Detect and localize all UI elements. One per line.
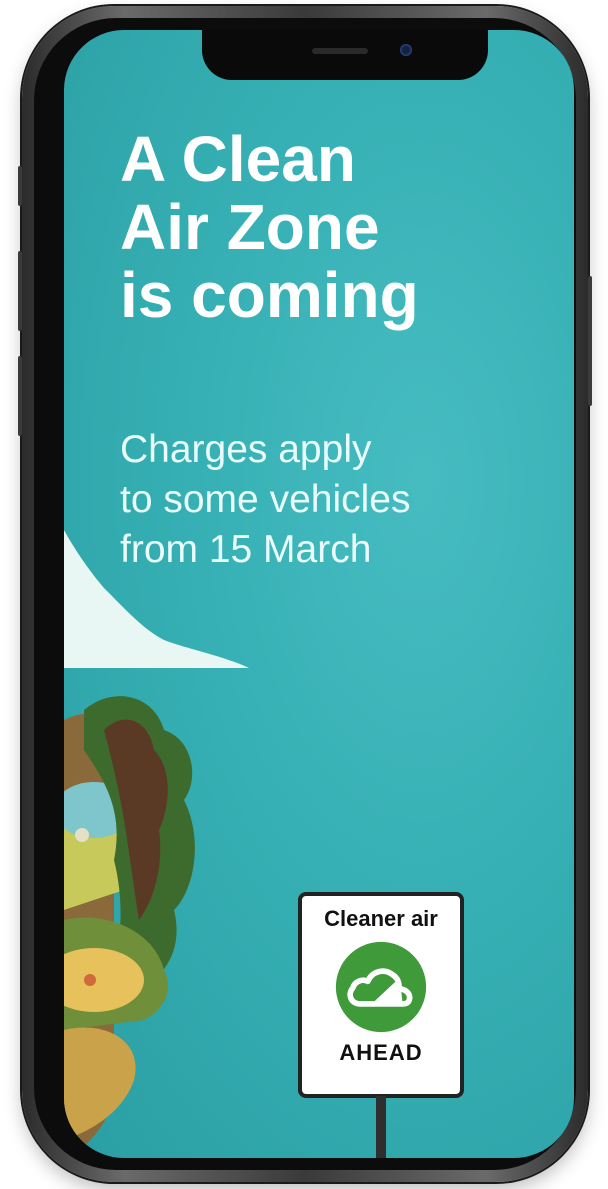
headline: A Clean Air Zone is coming (120, 125, 560, 329)
subtext-line-1: Charges apply (120, 428, 372, 471)
silent-switch (18, 166, 22, 206)
sign-post (376, 1096, 386, 1158)
headline-line-1: A Clean (120, 123, 356, 195)
subtext-line-3: from 15 March (120, 528, 372, 571)
subtext-line-2: to some vehicles (120, 478, 411, 521)
phone-screen: A Clean Air Zone is coming Charges apply… (64, 30, 574, 1158)
sign-top-text: Cleaner air (324, 906, 438, 931)
power-button (588, 276, 592, 406)
sign-bottom-text: AHEAD (339, 1040, 423, 1065)
park-island-illustration (64, 696, 195, 1158)
headline-line-2: Air Zone (120, 191, 380, 263)
volume-up-button (18, 251, 22, 331)
headline-line-3: is coming (120, 259, 419, 331)
volume-down-button (18, 356, 22, 436)
subtext: Charges apply to some vehicles from 15 M… (120, 425, 550, 575)
notch (202, 30, 488, 80)
cleaner-air-sign: Cleaner air AHEAD (298, 892, 464, 1098)
earpiece-speaker (312, 48, 368, 54)
front-camera-icon (400, 44, 412, 56)
cloud-icon (335, 941, 427, 1033)
